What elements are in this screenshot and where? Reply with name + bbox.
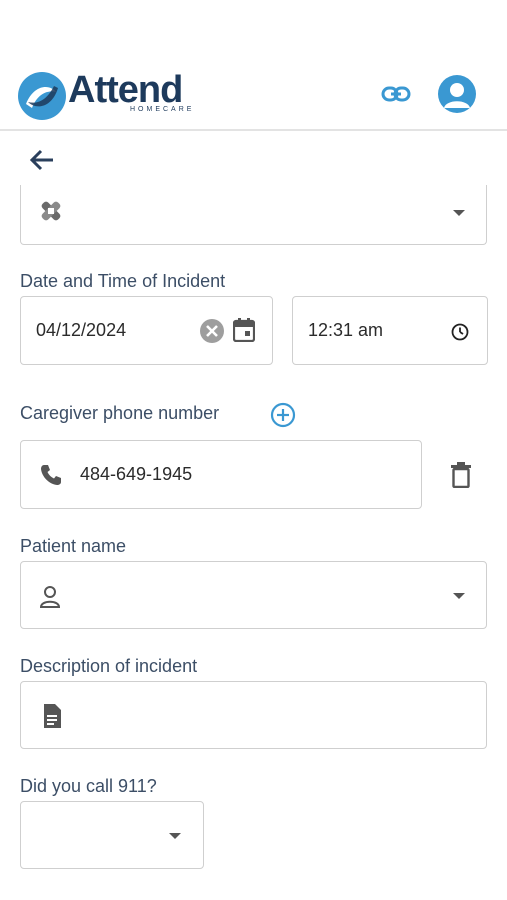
description-label: Description of incident xyxy=(20,656,198,676)
phone-icon xyxy=(37,461,65,489)
description-input[interactable] xyxy=(20,681,487,749)
date-value: 04/12/2024 xyxy=(36,320,127,340)
clock-icon[interactable] xyxy=(449,321,471,343)
patient-name-label: Patient name xyxy=(20,536,127,556)
caregiver-phone-value: 484-649-1945 xyxy=(80,464,193,484)
clear-circle-icon[interactable] xyxy=(199,318,225,344)
caregiver-phone-label: Caregiver phone number xyxy=(20,403,220,423)
chevron-down-icon[interactable] xyxy=(165,826,185,846)
bandage-icon xyxy=(37,197,65,225)
profile-avatar-button[interactable] xyxy=(438,75,476,113)
caregiver-phone-input[interactable]: 484-649-1945 xyxy=(20,440,422,509)
time-input[interactable]: 12:31 am xyxy=(292,296,488,365)
date-time-label: Date and Time of Incident xyxy=(20,271,226,291)
trash-icon[interactable] xyxy=(447,460,475,490)
link-icon xyxy=(381,86,411,102)
add-circle-icon[interactable] xyxy=(270,402,296,428)
app-header: Attend HOMECARE xyxy=(0,0,507,131)
brand-logo[interactable]: Attend HOMECARE xyxy=(16,68,196,120)
patient-name-select[interactable] xyxy=(20,561,487,629)
back-button[interactable] xyxy=(28,146,56,174)
link-button[interactable] xyxy=(380,80,412,108)
chevron-down-icon[interactable] xyxy=(449,586,469,606)
user-avatar-icon xyxy=(444,83,470,108)
calendar-icon[interactable] xyxy=(231,317,257,343)
back-arrow-icon xyxy=(29,149,53,171)
document-icon xyxy=(39,702,65,730)
attend-logo-icon xyxy=(18,72,66,120)
brand-subtitle: HOMECARE xyxy=(130,106,195,113)
called-911-label: Did you call 911? xyxy=(20,776,157,796)
called-911-select[interactable] xyxy=(20,801,204,869)
time-value: 12:31 am xyxy=(308,320,384,340)
incident-type-select[interactable] xyxy=(20,185,487,245)
chevron-down-icon[interactable] xyxy=(449,203,469,223)
person-icon xyxy=(37,584,63,610)
header-divider xyxy=(0,129,507,131)
date-input[interactable]: 04/12/2024 xyxy=(20,296,273,365)
